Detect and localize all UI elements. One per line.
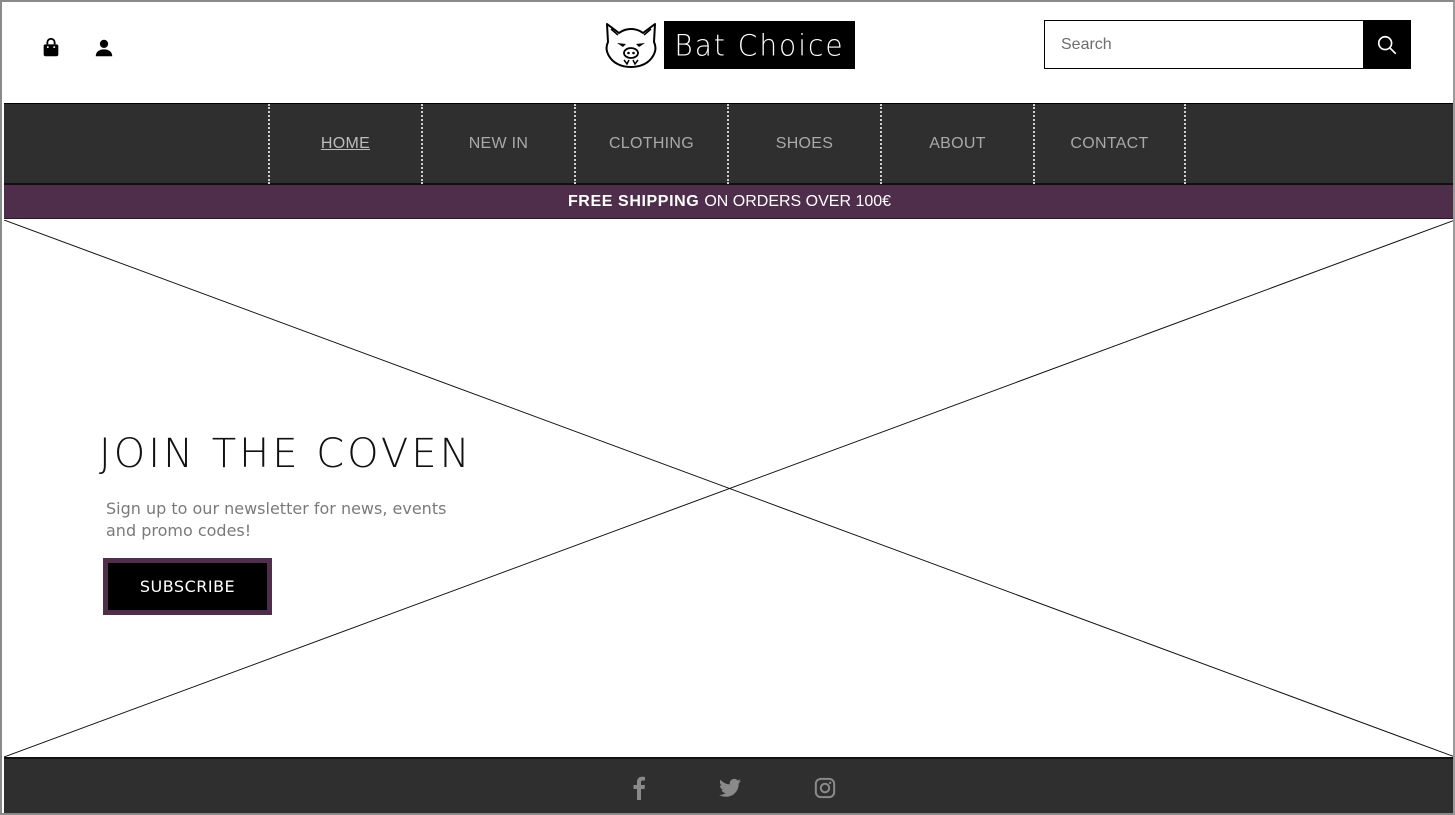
nav-item-label: HOME [320,135,371,152]
subscribe-button[interactable]: SUBSCRIBE [103,558,272,615]
account-button[interactable] [89,33,119,63]
search-bar [1044,20,1411,69]
site-footer [4,757,1453,813]
logo-text: Bat Choice [674,27,845,63]
bat-logo-icon [605,23,657,68]
promo-banner: FREE SHIPPING ON ORDERS OVER 100€ [4,185,1453,219]
twitter-link[interactable] [715,773,745,803]
shopping-bag-icon [43,37,59,57]
nav-item-clothing[interactable]: CLOTHING [574,104,727,184]
main-nav: HOME NEW IN CLOTHING SHOES ABOUT CONTACT [4,103,1453,185]
nav-item-new-in[interactable]: NEW IN [421,104,574,184]
search-button[interactable] [1363,20,1411,69]
facebook-icon [633,776,645,800]
logo-wordmark: Bat Choice [664,21,855,69]
site-logo[interactable]: Bat Choice [602,20,855,70]
promo-text: ON ORDERS OVER 100€ [704,192,892,210]
nav-item-contact[interactable]: CONTACT [1033,104,1186,184]
nav-item-label: CLOTHING [608,135,695,152]
cart-button[interactable] [36,33,66,63]
page: Bat Choice HOME NEW IN CLOTHING SHOES AB… [0,0,1455,815]
promo-strong: FREE SHIPPING [567,192,700,210]
twitter-icon [719,778,741,797]
nav-item-label: ABOUT [929,135,986,152]
hero-text: Sign up to our newsletter for news, even… [106,499,447,540]
facebook-link[interactable] [624,773,654,803]
nav-item-shoes[interactable]: SHOES [727,104,880,184]
hero-section: JOIN THE COVEN Sign up to our newsletter… [4,220,1453,757]
instagram-icon [814,777,836,799]
search-icon [1377,35,1397,54]
search-input[interactable] [1044,20,1363,69]
nav-item-home[interactable]: HOME [268,104,421,184]
site-header: Bat Choice [4,4,1453,104]
nav-item-label: SHOES [775,135,834,152]
hero-title: JOIN THE COVEN [99,431,473,477]
nav-list: HOME NEW IN CLOTHING SHOES ABOUT CONTACT [268,104,1186,184]
nav-item-about[interactable]: ABOUT [880,104,1033,184]
newsletter-block: JOIN THE COVEN Sign up to our newsletter… [99,430,479,615]
instagram-link[interactable] [810,773,840,803]
user-icon [95,39,113,57]
nav-item-label: NEW IN [468,135,529,152]
nav-item-label: CONTACT [1070,135,1149,152]
